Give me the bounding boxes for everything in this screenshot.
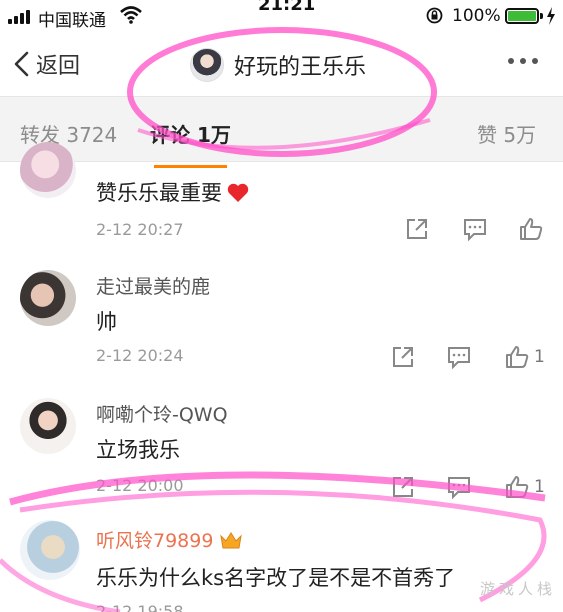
- share-icon[interactable]: [390, 344, 416, 370]
- thumbs-up-icon: [506, 346, 529, 368]
- charging-bolt-icon: [547, 7, 555, 25]
- status-bar: 中国联通 21:21 100%: [0, 0, 563, 34]
- author-avatar[interactable]: [190, 48, 224, 82]
- rotation-lock-icon: [426, 7, 443, 24]
- crown-icon: [220, 532, 243, 549]
- battery-tip: [540, 13, 543, 19]
- back-label: 返回: [36, 54, 81, 79]
- tab-likes[interactable]: 赞 5万: [477, 119, 536, 148]
- thumbs-up-icon: [506, 476, 529, 498]
- comment-item: 走过最美的鹿 帅 2-12 20:24 1: [0, 264, 563, 388]
- wifi-icon: [120, 6, 142, 24]
- reply-icon[interactable]: [446, 344, 472, 370]
- battery-icon: [505, 8, 539, 24]
- signal-icon: [8, 10, 30, 24]
- like-count: 1: [534, 477, 545, 497]
- tab-comments[interactable]: 评论 1万: [150, 119, 231, 168]
- clock-time: 21:21: [258, 0, 316, 15]
- comment-time: 2-12 20:24: [96, 346, 184, 365]
- page-title: 好玩的王乐乐: [234, 55, 367, 80]
- tab-bar: 转发 3724 评论 1万 赞 5万: [0, 96, 563, 168]
- commenter-avatar[interactable]: [20, 142, 76, 198]
- like-button[interactable]: 1: [504, 344, 545, 370]
- share-icon[interactable]: [390, 474, 416, 500]
- carrier-label: 中国联通: [38, 11, 106, 31]
- reply-icon[interactable]: [462, 216, 488, 242]
- more-dots-icon[interactable]: [508, 58, 538, 64]
- comment-text: 乐乐为什么ks名字改了是不是不首秀了: [96, 566, 456, 590]
- like-button[interactable]: 1: [504, 474, 545, 500]
- thumbs-up-icon[interactable]: [518, 216, 544, 242]
- nav-bar: 返回 好玩的王乐乐: [0, 34, 563, 96]
- comment-time: 2-12 20:00: [96, 476, 184, 495]
- commenter-avatar[interactable]: [20, 520, 80, 580]
- comment-item: 听风铃79899 乐乐为什么ks名字改了是不是不首秀了 2-12 19:58: [0, 506, 563, 612]
- nav-title-group[interactable]: 好玩的王乐乐: [190, 48, 366, 82]
- comment-item: 赞乐乐最重要 2-12 20:27: [0, 142, 563, 264]
- chevron-left-icon: [14, 51, 29, 77]
- commenter-avatar[interactable]: [20, 270, 76, 326]
- comment-time: 2-12 19:58: [96, 602, 184, 612]
- share-icon[interactable]: [404, 216, 430, 242]
- comment-text: 立场我乐: [96, 438, 180, 462]
- commenter-name[interactable]: 走过最美的鹿: [96, 272, 210, 299]
- battery-percent: 100%: [452, 6, 501, 26]
- heart-icon: [227, 183, 249, 202]
- tab-comments-label: 评论 1万: [150, 123, 231, 147]
- commenter-avatar[interactable]: [20, 398, 76, 454]
- comment-item: 啊嘞个玲-QWQ 立场我乐 2-12 20:00 1: [0, 388, 563, 506]
- tab-repost[interactable]: 转发 3724: [20, 119, 117, 148]
- back-button[interactable]: 返回: [12, 48, 80, 80]
- commenter-name[interactable]: 听风铃79899: [96, 526, 243, 553]
- commenter-name[interactable]: 啊嘞个玲-QWQ: [96, 400, 228, 427]
- comment-text: 赞乐乐最重要: [96, 177, 250, 207]
- comment-text: 帅: [96, 310, 117, 334]
- comment-time: 2-12 20:27: [96, 220, 184, 239]
- watermark: 游戏人栈: [480, 580, 557, 598]
- like-count: 1: [534, 347, 545, 367]
- reply-icon[interactable]: [446, 474, 472, 500]
